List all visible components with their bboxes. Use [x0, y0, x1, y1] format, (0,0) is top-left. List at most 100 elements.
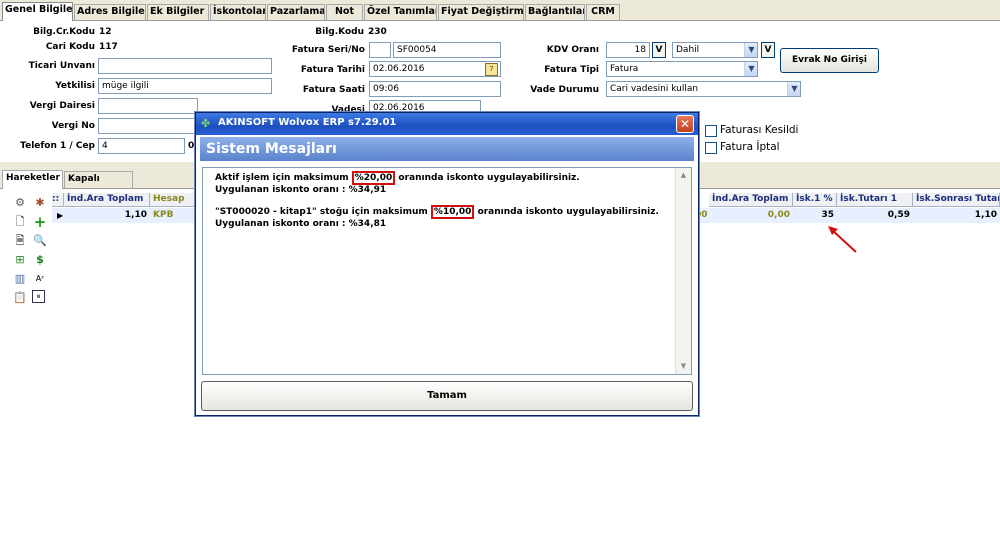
cari-kodu-label: Cari Kodu — [45, 42, 95, 52]
message-area: Aktif işlem için maksimum %20,00 oranınd… — [202, 167, 692, 375]
tab-ozel-tanimlar[interactable]: Özel Tanımlar — [364, 4, 437, 20]
ticari-unvan-input[interactable] — [98, 58, 272, 74]
fatura-iptal-label: Fatura İptal — [720, 141, 780, 153]
add-icon[interactable]: + — [32, 214, 48, 230]
cell-ind-ara-toplam-2[interactable]: 0,00 — [709, 208, 793, 223]
col-header-ind-ara-toplam-2[interactable]: İnd.Ara Toplam — [709, 193, 793, 207]
fatura-seri-label: Fatura Seri/No — [291, 45, 365, 55]
vertical-scrollbar[interactable]: ▲ ▼ — [675, 168, 691, 374]
tools-icon[interactable]: ✱ — [32, 195, 48, 211]
kdv-orani-input[interactable]: 18 — [606, 42, 650, 58]
dahil-v-button[interactable]: V — [761, 42, 775, 58]
fatura-tarihi-input[interactable]: 02.06.2016 — [369, 61, 501, 77]
dialog-heading: Sistem Mesajları — [200, 137, 694, 161]
col-header-ind-ara-toplam[interactable]: İnd.Ara Toplam — [64, 193, 150, 207]
fatura-tipi-select[interactable]: Fatura ▼ — [606, 61, 758, 77]
fatura-saati-label: Fatura Saati — [302, 85, 365, 95]
telefon-cep-value[interactable]: 0 — [188, 141, 194, 151]
message-text: oranında iskonto uygulayabilirsiniz. — [477, 207, 659, 217]
clipboard-icon[interactable]: 📋 — [12, 290, 28, 306]
col-header-isk-tutari-1[interactable]: İsk.Tutarı 1 — [837, 193, 913, 207]
fatura-tipi-label: Fatura Tipi — [544, 65, 599, 75]
message-line-2: Uygulanan iskonto oranı : %34,91 — [215, 185, 387, 195]
kdv-orani-label: KDV Oranı — [546, 45, 599, 55]
new-document-icon[interactable]: 🗋 — [12, 214, 28, 230]
bilg-kodu-value: 230 — [368, 27, 387, 37]
tab-not[interactable]: Not — [326, 4, 363, 20]
tab-adres-bilgileri[interactable]: Adres Bilgileri — [74, 4, 146, 20]
dollar-icon[interactable]: $ — [32, 252, 48, 268]
vergi-dairesi-label: Vergi Dairesi — [29, 101, 95, 111]
message-line-4: Uygulanan iskonto oranı : %34,81 — [215, 219, 387, 229]
telefon-label: Telefon 1 / Cep — [20, 141, 95, 151]
col-header-hesap[interactable]: Hesap — [150, 193, 200, 207]
col-header-isk-sonrasi-tutar[interactable]: İsk.Sonrası Tutar — [913, 193, 1000, 207]
dialog-title: AKINSOFT Wolvox ERP s7.29.01 — [218, 117, 397, 128]
evrak-no-girisi-button[interactable]: Evrak No Girişi — [780, 48, 879, 73]
tab-fiyat-degistirme[interactable]: Fiyat Değiştirme — [438, 4, 524, 20]
main-tab-bar: Genel Bilgiler Adres Bilgileri Ek Bilgil… — [0, 0, 1000, 21]
cell-isk-sonrasi-tutar[interactable]: 1,10 — [913, 208, 1000, 223]
vergi-no-label: Vergi No — [51, 121, 95, 131]
tab-genel-bilgiler[interactable]: Genel Bilgiler — [2, 2, 73, 21]
highlighted-max-rate: %10,00 — [430, 205, 475, 219]
fatura-tarihi-label: Fatura Tarihi — [300, 65, 365, 75]
faturasi-kesildi-label: Faturası Kesildi — [720, 124, 799, 136]
message-text: oranında iskonto uygulayabilirsiniz. — [398, 173, 580, 183]
bilg-cr-kodu-label: Bilg.Cr.Kodu — [33, 27, 95, 37]
vade-durumu-value: Cari vadesini kullan — [610, 84, 699, 94]
kdv-dahil-select[interactable]: Dahil ▼ — [672, 42, 758, 58]
tab-kapali-fatura[interactable]: Kapalı Fatura — [64, 171, 133, 199]
vergi-dairesi-input[interactable] — [98, 98, 198, 114]
tab-iskontolar[interactable]: İskontolar — [210, 4, 266, 20]
tab-ek-bilgiler-1[interactable]: Ek Bilgiler 1 — [147, 4, 209, 20]
vergi-no-input[interactable] — [98, 118, 198, 134]
chevron-down-icon[interactable]: ▼ — [744, 62, 757, 76]
kdv-v-button[interactable]: V — [652, 42, 666, 58]
scroll-down-icon[interactable]: ▼ — [677, 360, 690, 373]
yetkilisi-label: Yetkilisi — [55, 81, 95, 91]
cell-hesap[interactable]: KPB — [150, 208, 200, 223]
cell-ind-ara-toplam[interactable]: 1,10 — [64, 208, 150, 223]
yetkilisi-input[interactable]: müge ilgili — [98, 78, 272, 94]
vade-durumu-select[interactable]: Cari vadesini kullan ▼ — [606, 81, 801, 97]
annotation-arrow-icon — [828, 226, 857, 253]
highlighted-max-rate: %20,00 — [351, 171, 396, 185]
col-header-isk1-percent[interactable]: İsk.1 % — [793, 193, 837, 207]
tab-pazarlama[interactable]: Pazarlama — [267, 4, 325, 20]
document-icon[interactable]: 🗎 — [12, 233, 28, 249]
vade-durumu-label: Vade Durumu — [530, 85, 599, 95]
bilg-kodu-label: Bilg.Kodu — [315, 27, 364, 37]
chevron-down-icon[interactable]: ▼ — [787, 82, 800, 96]
close-icon[interactable]: ✕ — [676, 115, 694, 133]
fatura-iptal-checkbox[interactable] — [705, 142, 717, 154]
message-line-3: "ST000020 - kitap1" stoğu için maksimum … — [215, 205, 659, 219]
search-icon[interactable]: 🔍 — [32, 233, 48, 249]
stop-icon[interactable]: ⏸ — [32, 290, 45, 303]
tab-baglantilar[interactable]: Bağlantılar — [525, 4, 585, 20]
tab-hareketler[interactable]: Hareketler — [2, 170, 63, 189]
system-message-dialog: ✤ AKINSOFT Wolvox ERP s7.29.01 ✕ Sistem … — [195, 112, 699, 416]
app-logo-icon: ✤ — [201, 117, 211, 130]
faturasi-kesildi-checkbox[interactable] — [705, 125, 717, 137]
fatura-tipi-value: Fatura — [610, 64, 639, 74]
ticari-unvan-label: Ticari Unvanı — [28, 61, 95, 71]
message-line-1: Aktif işlem için maksimum %20,00 oranınd… — [215, 171, 580, 185]
chart-icon[interactable]: ▥ — [12, 271, 28, 287]
chevron-down-icon[interactable]: ▼ — [744, 43, 757, 57]
message-text: "ST000020 - kitap1" stoğu için maksimum — [215, 207, 428, 217]
sort-az-icon[interactable]: Aᶻ — [32, 271, 48, 287]
tab-crm[interactable]: CRM — [586, 4, 620, 20]
kdv-dahil-value: Dahil — [676, 45, 700, 55]
fatura-saati-input[interactable]: 09:06 — [369, 81, 501, 97]
dialog-title-bar[interactable]: ✤ AKINSOFT Wolvox ERP s7.29.01 ✕ — [196, 113, 698, 135]
import-icon[interactable]: ⊞ — [12, 252, 28, 268]
calendar-icon[interactable]: 7 — [485, 63, 498, 76]
fatura-seri-input[interactable] — [369, 42, 391, 58]
fatura-no-input[interactable]: SF00054 — [393, 42, 501, 58]
gear-icon[interactable]: ⚙ — [12, 195, 28, 211]
telefon-input[interactable]: 4 — [98, 138, 185, 154]
scroll-up-icon[interactable]: ▲ — [677, 169, 690, 182]
ok-button[interactable]: Tamam — [201, 381, 693, 411]
message-text: Aktif işlem için maksimum — [215, 173, 349, 183]
